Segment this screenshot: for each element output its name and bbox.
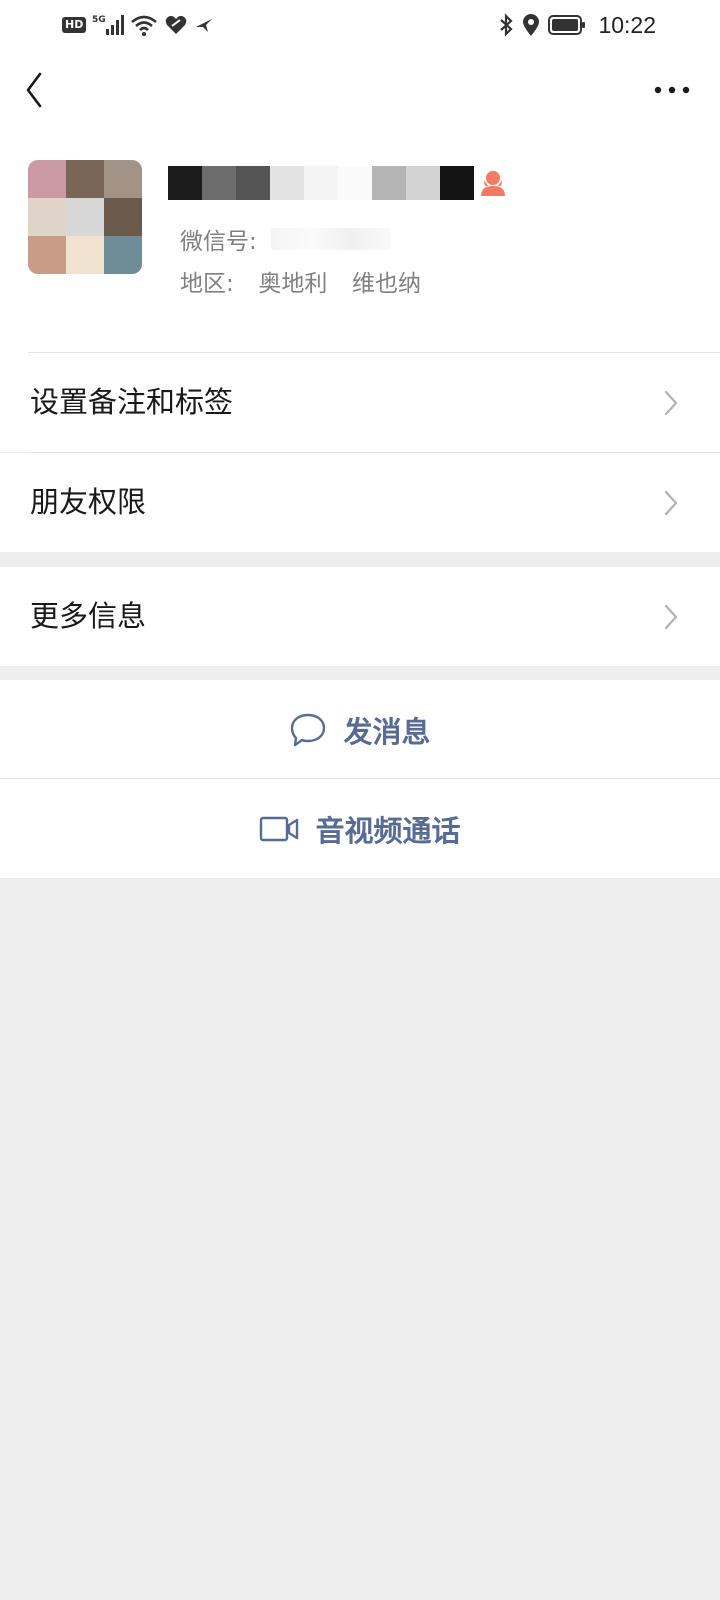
female-user-icon — [481, 171, 505, 196]
wechat-id-redacted — [270, 228, 391, 250]
battery-icon — [548, 15, 586, 35]
send-message-button[interactable]: 发消息 — [0, 680, 720, 779]
location-icon — [523, 14, 540, 36]
status-time: 10:22 — [598, 11, 656, 38]
nickname-redacted — [168, 166, 474, 200]
more-button[interactable] — [652, 76, 692, 104]
chevron-right-icon — [664, 390, 678, 416]
video-call-label: 音视频通话 — [315, 813, 461, 848]
back-button[interactable] — [20, 70, 52, 110]
menu-more-info[interactable]: 更多信息 — [0, 567, 720, 666]
status-right-icons: 10:22 — [498, 10, 656, 40]
send-message-content: 发消息 — [289, 709, 431, 751]
menu-label: 更多信息 — [30, 599, 147, 633]
profile-card: 微信号: 地区: 奥地利 维也纳 — [0, 130, 720, 360]
wifi-icon — [131, 15, 158, 36]
wechat-id-label: 微信号: — [180, 229, 257, 255]
video-call-content: 音视频通话 — [259, 808, 461, 850]
menu-label: 设置备注和标签 — [30, 385, 234, 419]
region-country: 奥地利 — [258, 271, 328, 297]
menu-friend-permissions[interactable]: 朋友权限 — [0, 453, 720, 552]
send-message-label: 发消息 — [343, 714, 431, 749]
hearts-icon — [166, 15, 187, 34]
chevron-left-icon — [26, 72, 42, 108]
region-city: 维也纳 — [352, 271, 421, 297]
svg-text:5G: 5G — [92, 15, 106, 25]
nickname-row — [168, 166, 508, 200]
menu-remark-tags[interactable]: 设置备注和标签 — [0, 353, 720, 452]
signal-5g-icon: 5G — [92, 15, 125, 35]
wechat-id: 微信号: — [180, 222, 391, 256]
region-label: 地区: — [180, 271, 234, 297]
bird-icon — [196, 19, 213, 32]
chat-bubble-icon — [291, 713, 326, 746]
bluetooth-icon — [500, 13, 514, 37]
menu-label: 朋友权限 — [30, 485, 147, 519]
status-left-icons: HD 5G — [62, 12, 214, 38]
chevron-right-icon — [664, 490, 678, 516]
chevron-right-icon — [664, 604, 678, 630]
hd-badge: HD — [62, 17, 87, 33]
status-bar: HD 5G 10:22 — [0, 0, 720, 50]
video-call-button[interactable]: 音视频通话 — [0, 779, 720, 878]
more-horizontal-icon — [654, 86, 690, 94]
avatar[interactable] — [28, 160, 142, 274]
video-camera-icon — [260, 816, 299, 841]
region: 地区: 奥地利 维也纳 — [180, 264, 421, 298]
nav-bar — [0, 50, 720, 130]
